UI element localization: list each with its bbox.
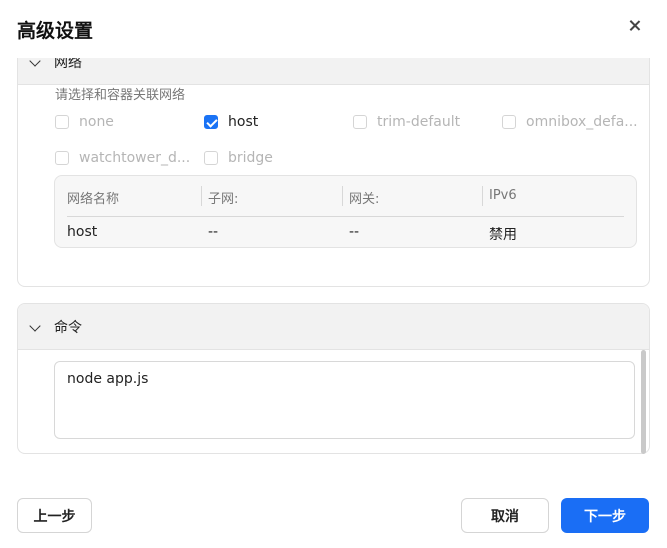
network-option-watchtower[interactable]: watchtower_d... — [55, 150, 190, 166]
chevron-down-icon — [29, 58, 41, 67]
table-cell-gateway: -- — [349, 224, 360, 240]
network-option-label: bridge — [228, 150, 273, 166]
network-option-label: watchtower_d... — [79, 150, 191, 166]
checkbox[interactable] — [502, 115, 516, 129]
column-divider — [342, 186, 343, 206]
checkbox[interactable] — [55, 115, 69, 129]
command-section: 命令 node app.js — [17, 303, 650, 454]
network-option-label: host — [228, 114, 259, 130]
network-option-label: omnibox_defa... — [526, 114, 638, 130]
network-section: 网络 请选择和容器关联网络 none host trim-default omn… — [17, 58, 650, 287]
checkbox[interactable] — [353, 115, 367, 129]
table-header-name: 网络名称 — [67, 192, 120, 207]
network-hint: 请选择和容器关联网络 — [55, 88, 186, 103]
checkbox[interactable] — [204, 151, 218, 165]
table-cell-subnet: -- — [208, 224, 219, 240]
previous-step-button[interactable]: 上一步 — [17, 498, 92, 533]
table-cell-ipv6: 禁用 — [489, 227, 517, 243]
column-divider — [201, 186, 202, 206]
network-table: 网络名称 子网: 网关: IPv6 host -- -- 禁用 — [54, 175, 637, 248]
dialog-content[interactable]: 网络 请选择和容器关联网络 none host trim-default omn… — [0, 58, 667, 456]
network-option-host[interactable]: host — [204, 114, 258, 130]
network-section-header[interactable]: 网络 — [18, 58, 649, 85]
chevron-down-icon — [29, 320, 41, 332]
table-cell-name: host — [67, 224, 98, 240]
table-header-subnet: 子网: — [208, 192, 239, 207]
table-header-gateway: 网关: — [349, 192, 380, 207]
command-input[interactable]: node app.js — [54, 361, 635, 439]
checkbox[interactable] — [55, 151, 69, 165]
close-icon[interactable] — [625, 16, 645, 36]
network-option-label: trim-default — [377, 114, 461, 130]
cancel-button[interactable]: 取消 — [461, 498, 549, 533]
network-section-title: 网络 — [54, 58, 82, 71]
network-option-trim-default[interactable]: trim-default — [353, 114, 460, 130]
dialog-title: 高级设置 — [17, 20, 94, 42]
command-section-title: 命令 — [54, 320, 82, 336]
scrollbar[interactable] — [641, 350, 646, 454]
command-section-header[interactable]: 命令 — [18, 304, 649, 350]
column-divider — [482, 186, 483, 206]
network-option-label: none — [79, 114, 114, 130]
next-step-button[interactable]: 下一步 — [561, 498, 649, 533]
table-header-ipv6: IPv6 — [489, 188, 517, 203]
checkbox-checked[interactable] — [204, 115, 218, 129]
network-option-none[interactable]: none — [55, 114, 114, 130]
table-divider — [67, 216, 624, 217]
network-option-bridge[interactable]: bridge — [204, 150, 273, 166]
network-option-omnibox[interactable]: omnibox_defa... — [502, 114, 638, 130]
